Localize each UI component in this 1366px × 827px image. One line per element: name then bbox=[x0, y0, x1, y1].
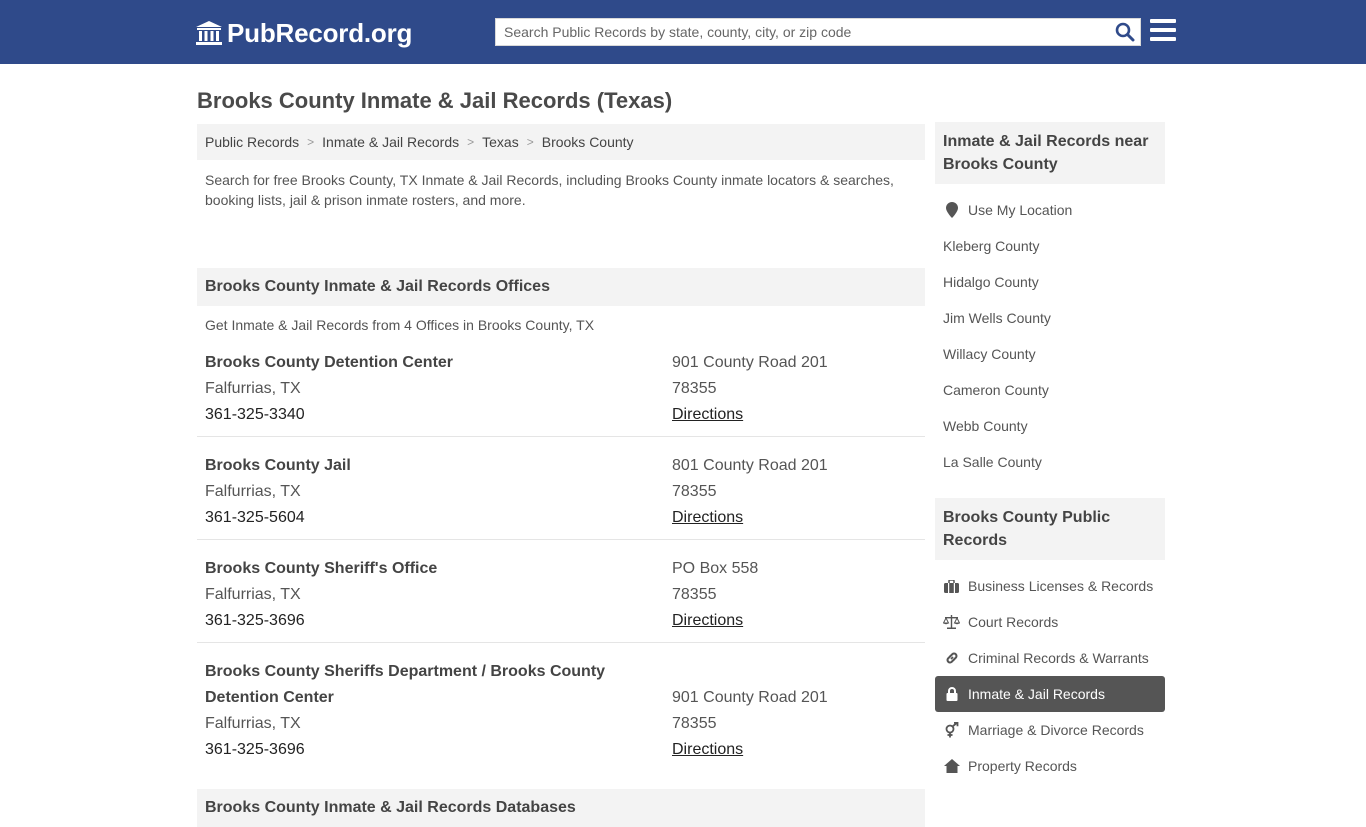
office-name: Brooks County Sheriff's Office bbox=[205, 560, 438, 577]
briefcase-icon bbox=[943, 578, 960, 594]
nearby-county-link[interactable]: Willacy County bbox=[935, 336, 1165, 372]
office-city: Falfurrias, TX bbox=[205, 715, 301, 732]
public-records-heading: Brooks County Public Records bbox=[935, 498, 1165, 560]
office-listing: Brooks County Sheriff's Office Falfurria… bbox=[197, 552, 925, 643]
sidebar-item-criminal-records[interactable]: Criminal Records & Warrants bbox=[935, 640, 1165, 676]
sidebar-item-inmate-jail-records[interactable]: Inmate & Jail Records bbox=[935, 676, 1165, 712]
office-address: 901 County Road 201 bbox=[672, 689, 828, 706]
office-phone[interactable]: 361-325-3696 bbox=[205, 737, 672, 763]
nearby-county-link[interactable]: Hidalgo County bbox=[935, 264, 1165, 300]
office-name: Brooks County Jail bbox=[205, 457, 351, 474]
breadcrumb-separator: > bbox=[307, 135, 315, 149]
sidebar-item-label: Court Records bbox=[968, 614, 1059, 630]
breadcrumb-texas[interactable]: Texas bbox=[482, 134, 519, 150]
sidebar-item-property-records[interactable]: Property Records bbox=[935, 748, 1165, 784]
directions-link[interactable]: Directions bbox=[672, 741, 743, 758]
public-records-list: Business Licenses & Records Court Record… bbox=[935, 560, 1165, 800]
sidebar: Inmate & Jail Records near Brooks County… bbox=[935, 122, 1165, 800]
office-name: Brooks County Sheriffs Department / Broo… bbox=[205, 663, 606, 706]
office-zip: 78355 bbox=[672, 483, 717, 500]
office-listing: Brooks County Jail Falfurrias, TX 361-32… bbox=[197, 449, 925, 540]
office-listing: Brooks County Sheriffs Department / Broo… bbox=[197, 655, 925, 771]
search-box bbox=[495, 18, 1141, 46]
office-city: Falfurrias, TX bbox=[205, 586, 301, 603]
offices-section-heading: Brooks County Inmate & Jail Records Offi… bbox=[197, 268, 925, 306]
map-marker-icon bbox=[943, 202, 960, 218]
breadcrumb-brooks-county[interactable]: Brooks County bbox=[542, 134, 634, 150]
nearby-heading: Inmate & Jail Records near Brooks County bbox=[935, 122, 1165, 184]
directions-link[interactable]: Directions bbox=[672, 509, 743, 526]
nearby-county-link[interactable]: Kleberg County bbox=[935, 228, 1165, 264]
office-phone[interactable]: 361-325-5604 bbox=[205, 505, 672, 531]
directions-link[interactable]: Directions bbox=[672, 612, 743, 629]
sidebar-item-marriage-divorce[interactable]: Marriage & Divorce Records bbox=[935, 712, 1165, 748]
menu-bar-icon bbox=[1150, 28, 1176, 32]
breadcrumb-inmate-jail-records[interactable]: Inmate & Jail Records bbox=[322, 134, 459, 150]
office-address: PO Box 558 bbox=[672, 560, 759, 577]
breadcrumb-separator: > bbox=[526, 135, 534, 149]
office-zip: 78355 bbox=[672, 586, 717, 603]
menu-bar-icon bbox=[1150, 37, 1176, 41]
search-button[interactable] bbox=[1110, 19, 1140, 45]
breadcrumb: Public Records > Inmate & Jail Records >… bbox=[197, 124, 925, 160]
menu-bar-icon bbox=[1150, 19, 1176, 23]
use-my-location-label: Use My Location bbox=[968, 202, 1073, 218]
office-address: 901 County Road 201 bbox=[672, 354, 828, 371]
home-icon bbox=[943, 758, 960, 774]
main-content: Public Records > Inmate & Jail Records >… bbox=[197, 124, 925, 827]
offices-section-subtitle: Get Inmate & Jail Records from 4 Offices… bbox=[205, 317, 595, 333]
hamburger-menu-button[interactable] bbox=[1150, 19, 1176, 41]
sidebar-item-label: Criminal Records & Warrants bbox=[968, 650, 1149, 666]
intro-text: Search for free Brooks County, TX Inmate… bbox=[205, 172, 894, 208]
sidebar-item-label: Inmate & Jail Records bbox=[968, 686, 1105, 702]
use-my-location-link[interactable]: Use My Location bbox=[935, 192, 1165, 228]
sidebar-item-business-licenses[interactable]: Business Licenses & Records bbox=[935, 568, 1165, 604]
office-name: Brooks County Detention Center bbox=[205, 354, 454, 371]
breadcrumb-public-records[interactable]: Public Records bbox=[205, 134, 299, 150]
nearby-county-link[interactable]: Webb County bbox=[935, 408, 1165, 444]
top-navigation-bar: PubRecord.org bbox=[0, 0, 1366, 64]
site-logo[interactable]: PubRecord.org bbox=[195, 18, 412, 48]
gender-icon bbox=[943, 722, 960, 738]
office-phone[interactable]: 361-325-3696 bbox=[205, 608, 672, 634]
nearby-county-link[interactable]: La Salle County bbox=[935, 444, 1165, 480]
page-title: Brooks County Inmate & Jail Records (Tex… bbox=[197, 88, 673, 113]
breadcrumb-separator: > bbox=[467, 135, 475, 149]
logo-text: PubRecord.org bbox=[227, 18, 413, 48]
nearby-county-link[interactable]: Jim Wells County bbox=[935, 300, 1165, 336]
sidebar-item-court-records[interactable]: Court Records bbox=[935, 604, 1165, 640]
office-zip: 78355 bbox=[672, 715, 717, 732]
office-listing: Brooks County Detention Center Falfurria… bbox=[197, 346, 925, 437]
directions-link[interactable]: Directions bbox=[672, 406, 743, 423]
lock-icon bbox=[943, 686, 960, 702]
link-icon bbox=[943, 650, 960, 666]
office-city: Falfurrias, TX bbox=[205, 380, 301, 397]
office-city: Falfurrias, TX bbox=[205, 483, 301, 500]
databases-section-heading: Brooks County Inmate & Jail Records Data… bbox=[197, 789, 925, 827]
scales-icon bbox=[943, 614, 960, 630]
search-icon bbox=[1115, 22, 1135, 42]
sidebar-item-label: Business Licenses & Records bbox=[968, 578, 1154, 594]
office-address: 801 County Road 201 bbox=[672, 457, 828, 474]
courthouse-icon bbox=[195, 20, 223, 46]
sidebar-item-label: Marriage & Divorce Records bbox=[968, 722, 1144, 738]
sidebar-item-label: Property Records bbox=[968, 758, 1077, 774]
nearby-county-link[interactable]: Cameron County bbox=[935, 372, 1165, 408]
nearby-list: Use My Location Kleberg County Hidalgo C… bbox=[935, 184, 1165, 496]
search-input[interactable] bbox=[496, 19, 1110, 45]
office-zip: 78355 bbox=[672, 380, 717, 397]
office-phone[interactable]: 361-325-3340 bbox=[205, 402, 672, 428]
